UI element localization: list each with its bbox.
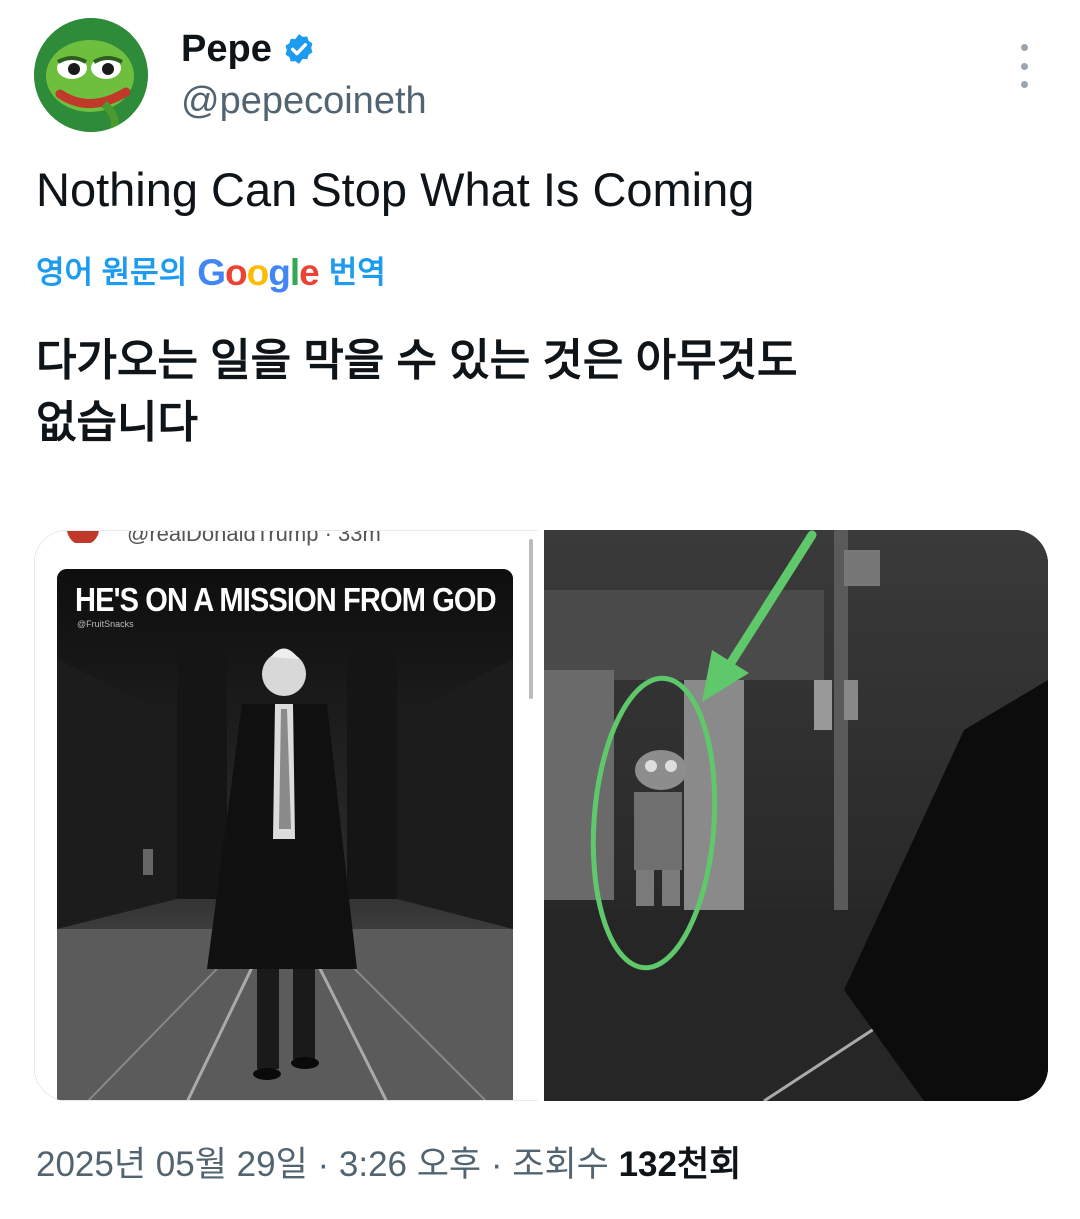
translated-text: 다가오는 일을 막을 수 있는 것은 아무것도 없습니다: [36, 330, 936, 454]
media-gallery[interactable]: @realDonaldTrump · 33m HE'S ON A MISSION…: [34, 530, 1048, 1101]
scrollbar[interactable]: [529, 539, 533, 699]
street-scene-image: [57, 569, 513, 1100]
views-label: 조회수: [512, 1145, 619, 1184]
translated-line-2: 없습니다: [36, 398, 198, 447]
separator: ·: [307, 1145, 339, 1184]
poster-image: HE'S ON A MISSION FROM GOD @FruitSnacks: [57, 569, 513, 1100]
verified-badge-icon: [285, 34, 313, 64]
google-logo: Google: [197, 252, 319, 293]
display-name-row[interactable]: Pepe: [181, 26, 316, 72]
avatar[interactable]: [34, 18, 148, 132]
tweet-meta: 2025년 05월 29일 · 3:26 오후 · 조회수 132천회: [36, 1140, 741, 1190]
translate-prefix: 영어 원문의: [36, 255, 188, 290]
media-image-left[interactable]: @realDonaldTrump · 33m HE'S ON A MISSION…: [34, 530, 538, 1101]
tweet-date[interactable]: 2025년 05월 29일: [36, 1145, 308, 1184]
flag-avatar-icon: [67, 531, 99, 543]
zoomed-street-image: [544, 530, 1048, 1101]
media-image-right[interactable]: [544, 530, 1048, 1101]
tweet-time[interactable]: 3:26 오후: [339, 1145, 481, 1184]
more-options-icon[interactable]: [1006, 44, 1042, 88]
translate-suffix: 번역: [328, 255, 386, 290]
separator: ·: [481, 1145, 513, 1184]
views-count[interactable]: 132천회: [619, 1145, 742, 1184]
tweet-text: Nothing Can Stop What Is Coming: [36, 163, 755, 216]
poster-title: HE'S ON A MISSION FROM GOD: [75, 581, 497, 618]
embed-header: @realDonaldTrump · 33m: [127, 530, 381, 546]
translated-line-1: 다가오는 일을 막을 수 있는 것은 아무것도: [36, 336, 798, 385]
pepe-frog-icon: [34, 18, 148, 132]
user-handle[interactable]: @pepecoineth: [181, 78, 427, 124]
translation-attribution[interactable]: 영어 원문의 Google 번역: [36, 252, 386, 294]
poster-credit: @FruitSnacks: [77, 619, 134, 629]
display-name[interactable]: Pepe: [181, 26, 272, 72]
